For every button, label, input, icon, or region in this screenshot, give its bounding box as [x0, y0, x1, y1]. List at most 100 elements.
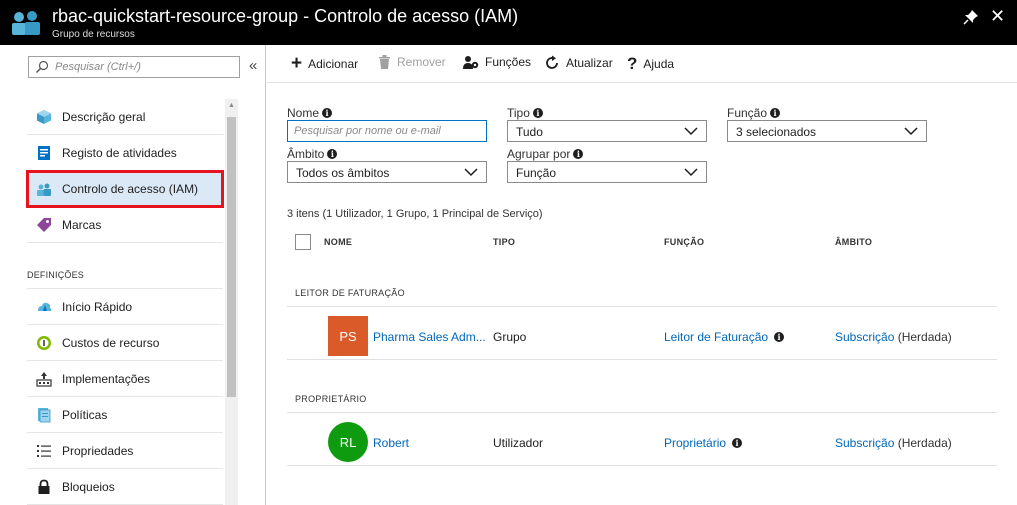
- sidebar-item-policies[interactable]: Políticas: [27, 397, 223, 433]
- sidebar-nav: Descrição geral Registo de atividades Co…: [26, 99, 224, 505]
- sidebar-item-label: Registo de atividades: [62, 145, 177, 160]
- name-search-input[interactable]: [288, 121, 486, 141]
- column-header-type[interactable]: TIPO: [493, 237, 515, 247]
- help-button[interactable]: ? Ajuda: [627, 55, 674, 73]
- roles-button[interactable]: Funções: [463, 55, 531, 69]
- role-dropdown-value: 3 selecionados: [736, 125, 817, 139]
- sidebar-item-label: Marcas: [62, 217, 102, 232]
- sidebar-item-tags[interactable]: Marcas: [27, 207, 223, 243]
- remove-button[interactable]: Remover: [378, 55, 446, 69]
- chevron-down-icon: [684, 168, 698, 177]
- sidebar-scrollbar[interactable]: ▲: [225, 99, 238, 505]
- sidebar-item-label: Implementações: [62, 371, 151, 386]
- filter-label-role: Função i: [727, 106, 781, 120]
- type-dropdown[interactable]: Tudo: [507, 120, 707, 142]
- info-icon[interactable]: i: [322, 108, 333, 118]
- principal-name-link[interactable]: Robert: [373, 436, 409, 450]
- column-header-role[interactable]: FUNÇÃO: [664, 237, 704, 247]
- sidebar-item-overview[interactable]: Descrição geral: [27, 99, 223, 135]
- plus-icon: +: [291, 53, 303, 74]
- info-icon[interactable]: i: [770, 108, 781, 118]
- refresh-button[interactable]: Atualizar: [544, 55, 613, 71]
- group-by-dropdown[interactable]: Função: [507, 161, 707, 183]
- principal-name-link[interactable]: Pharma Sales Adm...: [373, 330, 486, 344]
- role-link[interactable]: Proprietário i: [664, 436, 743, 450]
- properties-icon: [37, 444, 51, 457]
- sidebar-item-activity-log[interactable]: Registo de atividades: [27, 135, 223, 171]
- command-bar: + Adicionar Remover Funções Atualizar ? …: [267, 45, 1017, 83]
- search-icon: [35, 60, 49, 74]
- sidebar-item-label: Início Rápido: [62, 299, 133, 314]
- info-icon[interactable]: i: [774, 332, 785, 342]
- main-panel: + Adicionar Remover Funções Atualizar ? …: [267, 45, 1017, 505]
- trash-icon: [379, 55, 390, 69]
- sidebar-item-costs[interactable]: Custos de recurso: [27, 325, 223, 361]
- table-row[interactable]: RL Robert Utilizador Proprietário i Subsc…: [287, 414, 997, 466]
- add-button[interactable]: + Adicionar: [291, 53, 359, 74]
- info-icon[interactable]: i: [732, 438, 743, 448]
- search-input[interactable]: [55, 59, 235, 75]
- remove-button-label: Remover: [397, 55, 446, 69]
- sidebar-item-label: Bloqueios: [62, 479, 115, 494]
- type-dropdown-value: Tudo: [516, 125, 543, 139]
- cost-icon: [37, 335, 51, 350]
- close-icon[interactable]: ✕: [990, 6, 1005, 26]
- help-button-label: Ajuda: [643, 57, 675, 71]
- scope-inherited-note: (Herdada): [897, 330, 952, 344]
- pin-icon[interactable]: [962, 8, 980, 26]
- sidebar-item-quickstart[interactable]: Início Rápido: [27, 289, 223, 325]
- refresh-icon: [546, 55, 558, 69]
- roles-icon: [463, 56, 479, 69]
- page-subtitle: Grupo de recursos: [52, 29, 135, 40]
- info-icon[interactable]: i: [573, 149, 584, 159]
- chevron-down-icon: [464, 168, 478, 177]
- table-header: NOME TIPO FUNÇÃO ÂMBITO: [287, 230, 997, 254]
- lock-icon: [38, 479, 50, 494]
- column-header-name[interactable]: NOME: [324, 237, 352, 247]
- collapse-sidebar-icon[interactable]: «: [249, 57, 257, 74]
- select-all-checkbox[interactable]: [295, 234, 311, 250]
- filter-label-name: Nome i: [287, 106, 333, 120]
- title-bar: rbac-quickstart-resource-group - Control…: [0, 0, 1017, 45]
- policies-icon: [38, 407, 51, 422]
- scope-link[interactable]: Subscrição: [835, 330, 894, 344]
- scrollbar-thumb[interactable]: [227, 117, 236, 397]
- sidebar-item-deployments[interactable]: Implementações: [27, 361, 223, 397]
- scope-inherited-note: (Herdada): [897, 436, 952, 450]
- results-summary: 3 itens (1 Utilizador, 1 Grupo, 1 Princi…: [287, 208, 543, 220]
- sidebar-search[interactable]: [28, 56, 240, 78]
- scope-dropdown-value: Todos os âmbitos: [296, 166, 390, 180]
- scope-dropdown[interactable]: Todos os âmbitos: [287, 161, 487, 183]
- group-header-billing-reader: LEITOR DE FATURAÇÃO: [287, 280, 997, 307]
- sidebar-item-iam[interactable]: Controlo de acesso (IAM): [26, 170, 224, 208]
- role-link[interactable]: Leitor de Faturação i: [664, 330, 785, 344]
- sidebar-item-locks[interactable]: Bloqueios: [27, 469, 223, 505]
- scope-cell: Subscrição (Herdada): [835, 436, 952, 450]
- table-row[interactable]: PS Pharma Sales Adm... Grupo Leitor de F…: [287, 308, 997, 360]
- activity-log-icon: [38, 145, 50, 160]
- sidebar-item-properties[interactable]: Propriedades: [27, 433, 223, 469]
- filter-label-scope: Âmbito i: [287, 147, 338, 161]
- add-button-label: Adicionar: [308, 57, 359, 71]
- avatar: PS: [328, 316, 368, 356]
- chevron-down-icon: [684, 127, 698, 136]
- scroll-up-icon[interactable]: ▲: [228, 102, 235, 109]
- scope-cell: Subscrição (Herdada): [835, 330, 952, 344]
- name-filter[interactable]: [287, 120, 487, 142]
- info-icon[interactable]: i: [532, 108, 543, 118]
- principal-type: Utilizador: [493, 436, 544, 450]
- info-icon[interactable]: i: [327, 149, 338, 159]
- resource-group-iam-icon: [12, 11, 40, 35]
- sidebar-item-label: Propriedades: [62, 443, 134, 458]
- principal-type: Grupo: [493, 330, 527, 344]
- overview-icon: [37, 109, 51, 124]
- column-header-scope[interactable]: ÂMBITO: [835, 237, 872, 247]
- page-title: rbac-quickstart-resource-group - Control…: [52, 6, 519, 26]
- role-dropdown[interactable]: 3 selecionados: [727, 120, 927, 142]
- chevron-down-icon: [904, 127, 918, 136]
- deployments-icon: [36, 371, 52, 387]
- group-by-dropdown-value: Função: [516, 166, 557, 180]
- section-header-settings: DEFINIÇÕES: [27, 243, 223, 289]
- scope-link[interactable]: Subscrição: [835, 436, 894, 450]
- group-header-owner: PROPRIETÁRIO: [287, 386, 997, 413]
